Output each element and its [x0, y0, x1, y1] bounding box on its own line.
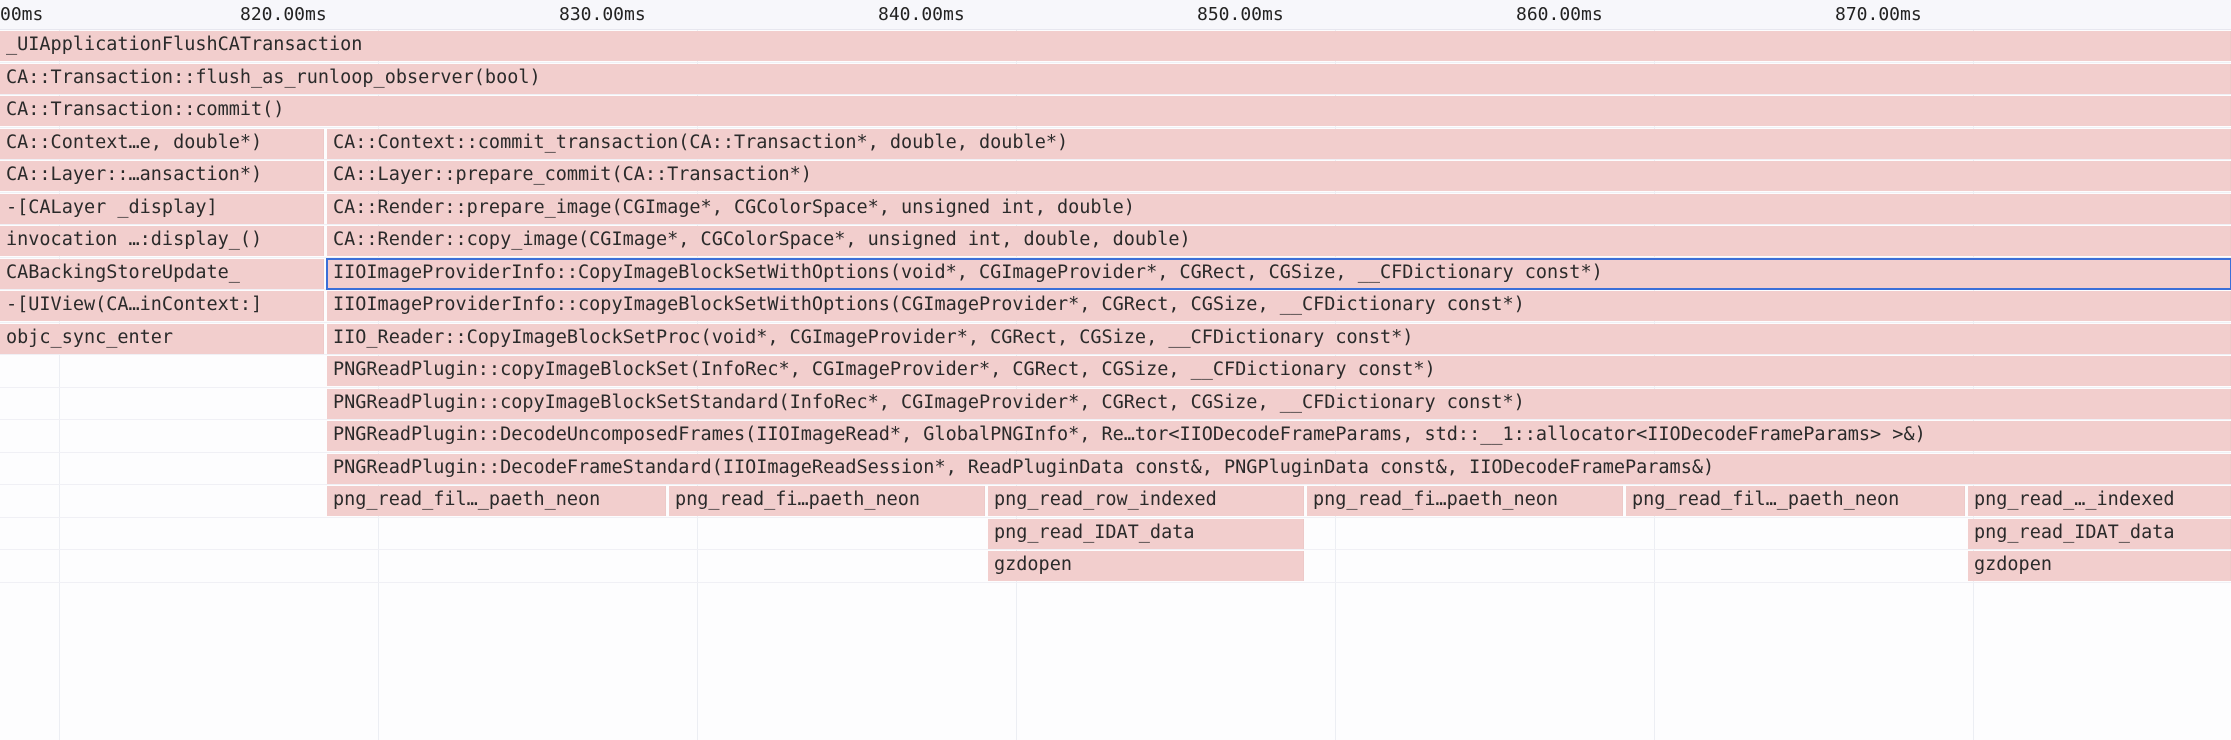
flame-frame[interactable]: invocation …:display_() [0, 226, 324, 256]
flame-row: -[UIView(CA…inContext:]IIOImageProviderI… [0, 290, 2231, 323]
flame-frame[interactable]: PNGReadPlugin::DecodeFrameStandard(IIOIm… [327, 454, 2231, 484]
flame-frame[interactable]: -[CALayer _display] [0, 194, 324, 224]
flame-frame[interactable]: CA::Render::prepare_image(CGImage*, CGCo… [327, 194, 2231, 224]
flame-frame[interactable]: png_read_…_indexed [1968, 486, 2231, 516]
flame-frame[interactable]: CA::Layer::prepare_commit(CA::Transactio… [327, 161, 2231, 191]
flame-row: PNGReadPlugin::DecodeUncomposedFrames(II… [0, 420, 2231, 453]
flame-row: CA::Layer::…ansaction*)CA::Layer::prepar… [0, 160, 2231, 193]
flame-frame[interactable]: IIOImageProviderInfo::CopyImageBlockSetW… [327, 259, 2231, 289]
flame-frame[interactable]: CA::Context::commit_transaction(CA::Tran… [327, 129, 2231, 159]
ruler-tick: 00ms [0, 4, 43, 25]
flame-row: PNGReadPlugin::copyImageBlockSetStandard… [0, 388, 2231, 421]
flame-frame[interactable]: objc_sync_enter [0, 324, 324, 354]
flame-frame[interactable]: PNGReadPlugin::copyImageBlockSetStandard… [327, 389, 2231, 419]
flame-frame[interactable]: -[UIView(CA…inContext:] [0, 291, 324, 321]
flame-rows: _UIApplicationFlushCATransactionCA::Tran… [0, 30, 2231, 583]
flame-frame[interactable]: IIOImageProviderInfo::copyImageBlockSetW… [327, 291, 2231, 321]
flame-row: invocation …:display_()CA::Render::copy_… [0, 225, 2231, 258]
flame-frame[interactable]: _UIApplicationFlushCATransaction [0, 31, 2231, 61]
ruler-tick: 830.00ms [559, 4, 646, 25]
flame-row: PNGReadPlugin::DecodeFrameStandard(IIOIm… [0, 453, 2231, 486]
flame-frame[interactable]: png_read_IDAT_data [1968, 519, 2231, 549]
ruler-tick: 820.00ms [240, 4, 327, 25]
ruler-tick: 840.00ms [878, 4, 965, 25]
flame-row: PNGReadPlugin::copyImageBlockSet(InfoRec… [0, 355, 2231, 388]
ruler-tick: 860.00ms [1516, 4, 1603, 25]
flame-frame[interactable]: png_read_fi…paeth_neon [1307, 486, 1623, 516]
flame-frame[interactable]: png_read_fi…paeth_neon [669, 486, 985, 516]
flame-frame[interactable]: png_read_row_indexed [988, 486, 1304, 516]
flame-frame[interactable]: CABackingStoreUpdate_ [0, 259, 324, 289]
flame-frame[interactable]: png_read_IDAT_data [988, 519, 1304, 549]
ruler-tick: 870.00ms [1835, 4, 1922, 25]
flame-frame[interactable]: CA::Layer::…ansaction*) [0, 161, 324, 191]
flame-frame[interactable]: png_read_fil…_paeth_neon [327, 486, 666, 516]
flame-row: gzdopen gzdopen [0, 550, 2231, 583]
time-ruler: 00ms 820.00ms 830.00ms 840.00ms 850.00ms 860.… [0, 0, 2231, 30]
flame-row: objc_sync_enterIIO_Reader::CopyImageBloc… [0, 323, 2231, 356]
flame-frame[interactable]: PNGReadPlugin::DecodeUncomposedFrames(II… [327, 421, 2231, 451]
flame-row: -[CALayer _display]CA::Render::prepare_i… [0, 193, 2231, 226]
flame-frame[interactable]: gzdopen [1968, 551, 2231, 581]
flame-frame[interactable]: IIO_Reader::CopyImageBlockSetProc(void*,… [327, 324, 2231, 354]
flame-frame[interactable]: CA::Transaction::commit() [0, 96, 2231, 126]
flame-frame[interactable]: gzdopen [988, 551, 1304, 581]
flame-row: CABackingStoreUpdate_IIOImageProviderInf… [0, 258, 2231, 291]
flame-frame[interactable]: CA::Render::copy_image(CGImage*, CGColor… [327, 226, 2231, 256]
flame-row: _UIApplicationFlushCATransaction [0, 30, 2231, 63]
flame-frame[interactable]: PNGReadPlugin::copyImageBlockSet(InfoRec… [327, 356, 2231, 386]
flame-row: CA::Transaction::flush_as_runloop_observ… [0, 63, 2231, 96]
flame-frame[interactable]: png_read_fil…_paeth_neon [1626, 486, 1965, 516]
ruler-tick: 850.00ms [1197, 4, 1284, 25]
flame-row: png_read_IDAT_data png_read_IDAT_data [0, 518, 2231, 551]
flame-row: png_read_fil…_paeth_neonpng_read_fi…paet… [0, 485, 2231, 518]
flame-frame[interactable]: CA::Context…e, double*) [0, 129, 324, 159]
flame-row: CA::Context…e, double*)CA::Context::comm… [0, 128, 2231, 161]
flame-row: CA::Transaction::commit() [0, 95, 2231, 128]
flame-frame[interactable]: CA::Transaction::flush_as_runloop_observ… [0, 64, 2231, 94]
